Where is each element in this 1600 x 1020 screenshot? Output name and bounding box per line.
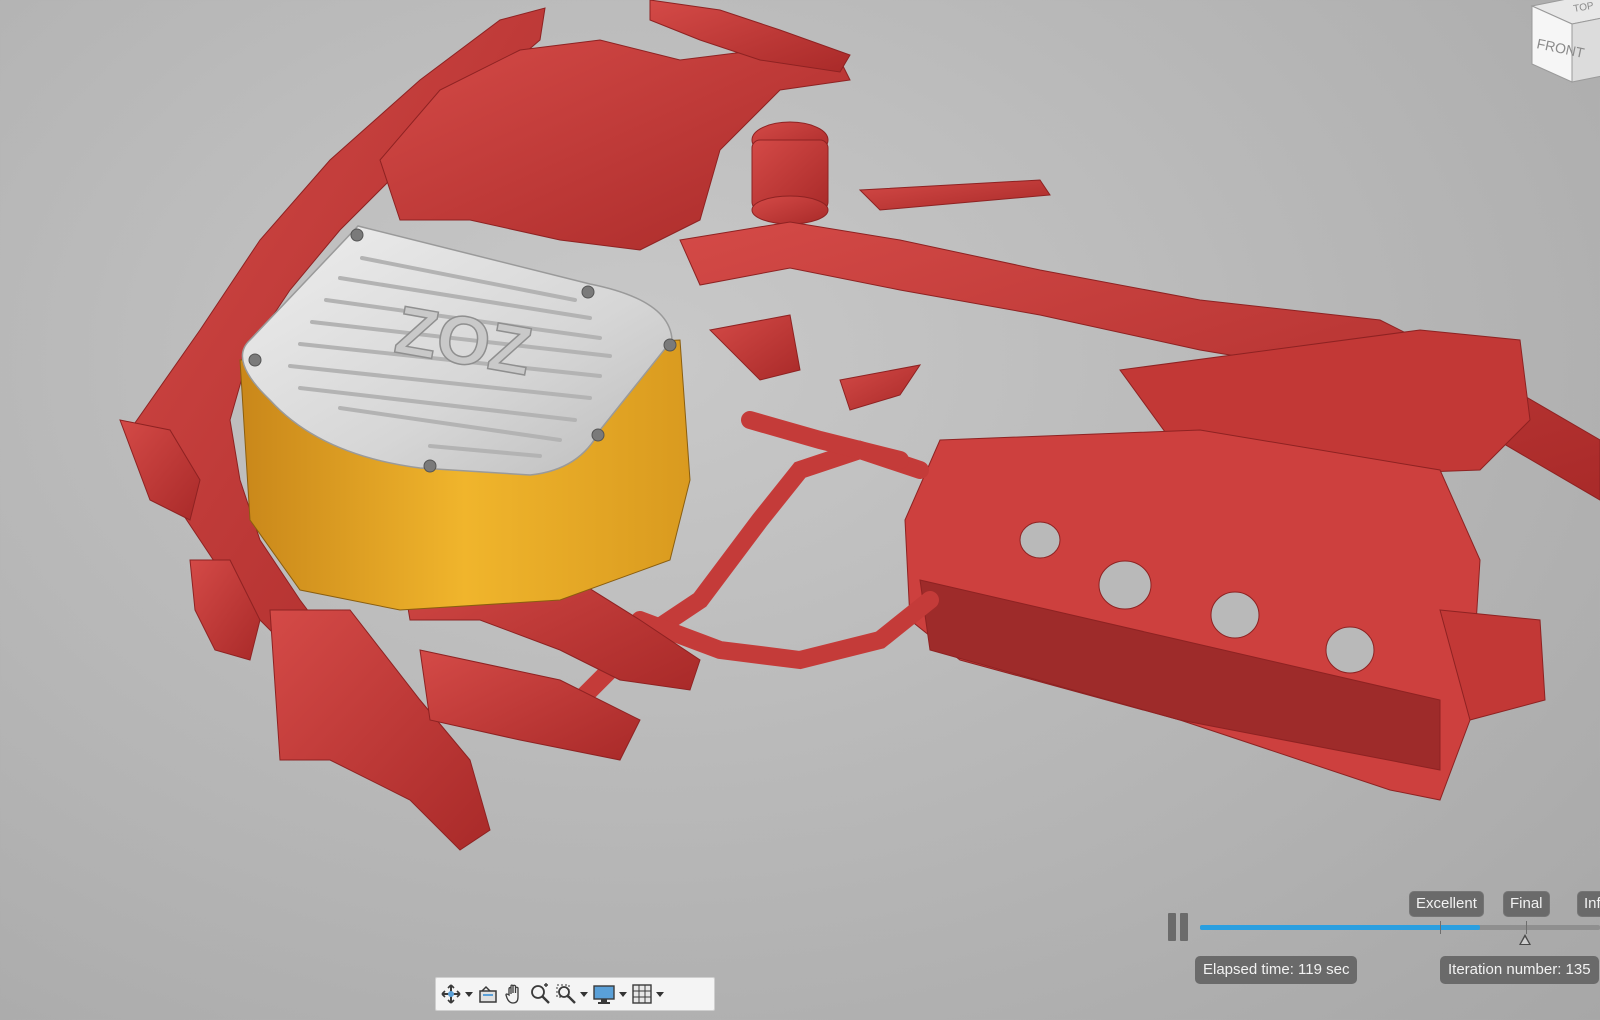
fit-icon — [556, 984, 576, 1004]
render-progress-fill — [1200, 925, 1480, 930]
zoom-icon — [531, 983, 550, 1004]
grid-button[interactable] — [631, 979, 664, 1009]
render-progress-bar — [1200, 921, 1600, 934]
pause-icon — [1168, 913, 1176, 941]
pan-button[interactable] — [503, 979, 525, 1009]
zoom-button[interactable] — [529, 979, 551, 1009]
orbit-dropdown-icon[interactable] — [465, 991, 473, 997]
fit-dropdown-icon[interactable] — [580, 991, 588, 997]
scan-mesh-top-cluster — [379, 0, 851, 251]
display-settings-dropdown-icon[interactable] — [619, 991, 627, 997]
view-cube[interactable]: TOP FRONT — [1522, 0, 1600, 84]
final-quality-marker[interactable] — [1519, 934, 1531, 945]
scan-mesh-engine-block — [904, 329, 1546, 801]
pause-render-button[interactable] — [1166, 911, 1192, 943]
orbit-button[interactable] — [440, 979, 473, 1009]
iteration-number: Iteration number: 135 — [1440, 956, 1599, 984]
display-settings-icon — [593, 985, 615, 1004]
elapsed-time: Elapsed time: 119 sec — [1195, 956, 1358, 984]
orbit-icon — [441, 984, 461, 1004]
grid-icon — [632, 984, 652, 1004]
fit-button[interactable] — [555, 979, 588, 1009]
3d-scene: ZOZ — [119, 0, 1600, 851]
3d-viewport[interactable]: ZOZ TOP FRONT — [0, 0, 1600, 1020]
look-at-button[interactable] — [477, 979, 499, 1009]
quality-final-button[interactable]: Final — [1503, 891, 1550, 917]
excellent-tick — [1440, 921, 1441, 934]
quality-infinite-button[interactable]: Infinite — [1577, 891, 1600, 917]
grid-dropdown-icon[interactable] — [656, 991, 664, 997]
display-settings-button[interactable] — [592, 979, 627, 1009]
final-tick — [1526, 921, 1527, 934]
navigation-toolbar — [435, 977, 715, 1011]
look-at-icon — [479, 985, 497, 1003]
pan-icon — [505, 984, 519, 1004]
quality-excellent-button[interactable]: Excellent — [1409, 891, 1484, 917]
